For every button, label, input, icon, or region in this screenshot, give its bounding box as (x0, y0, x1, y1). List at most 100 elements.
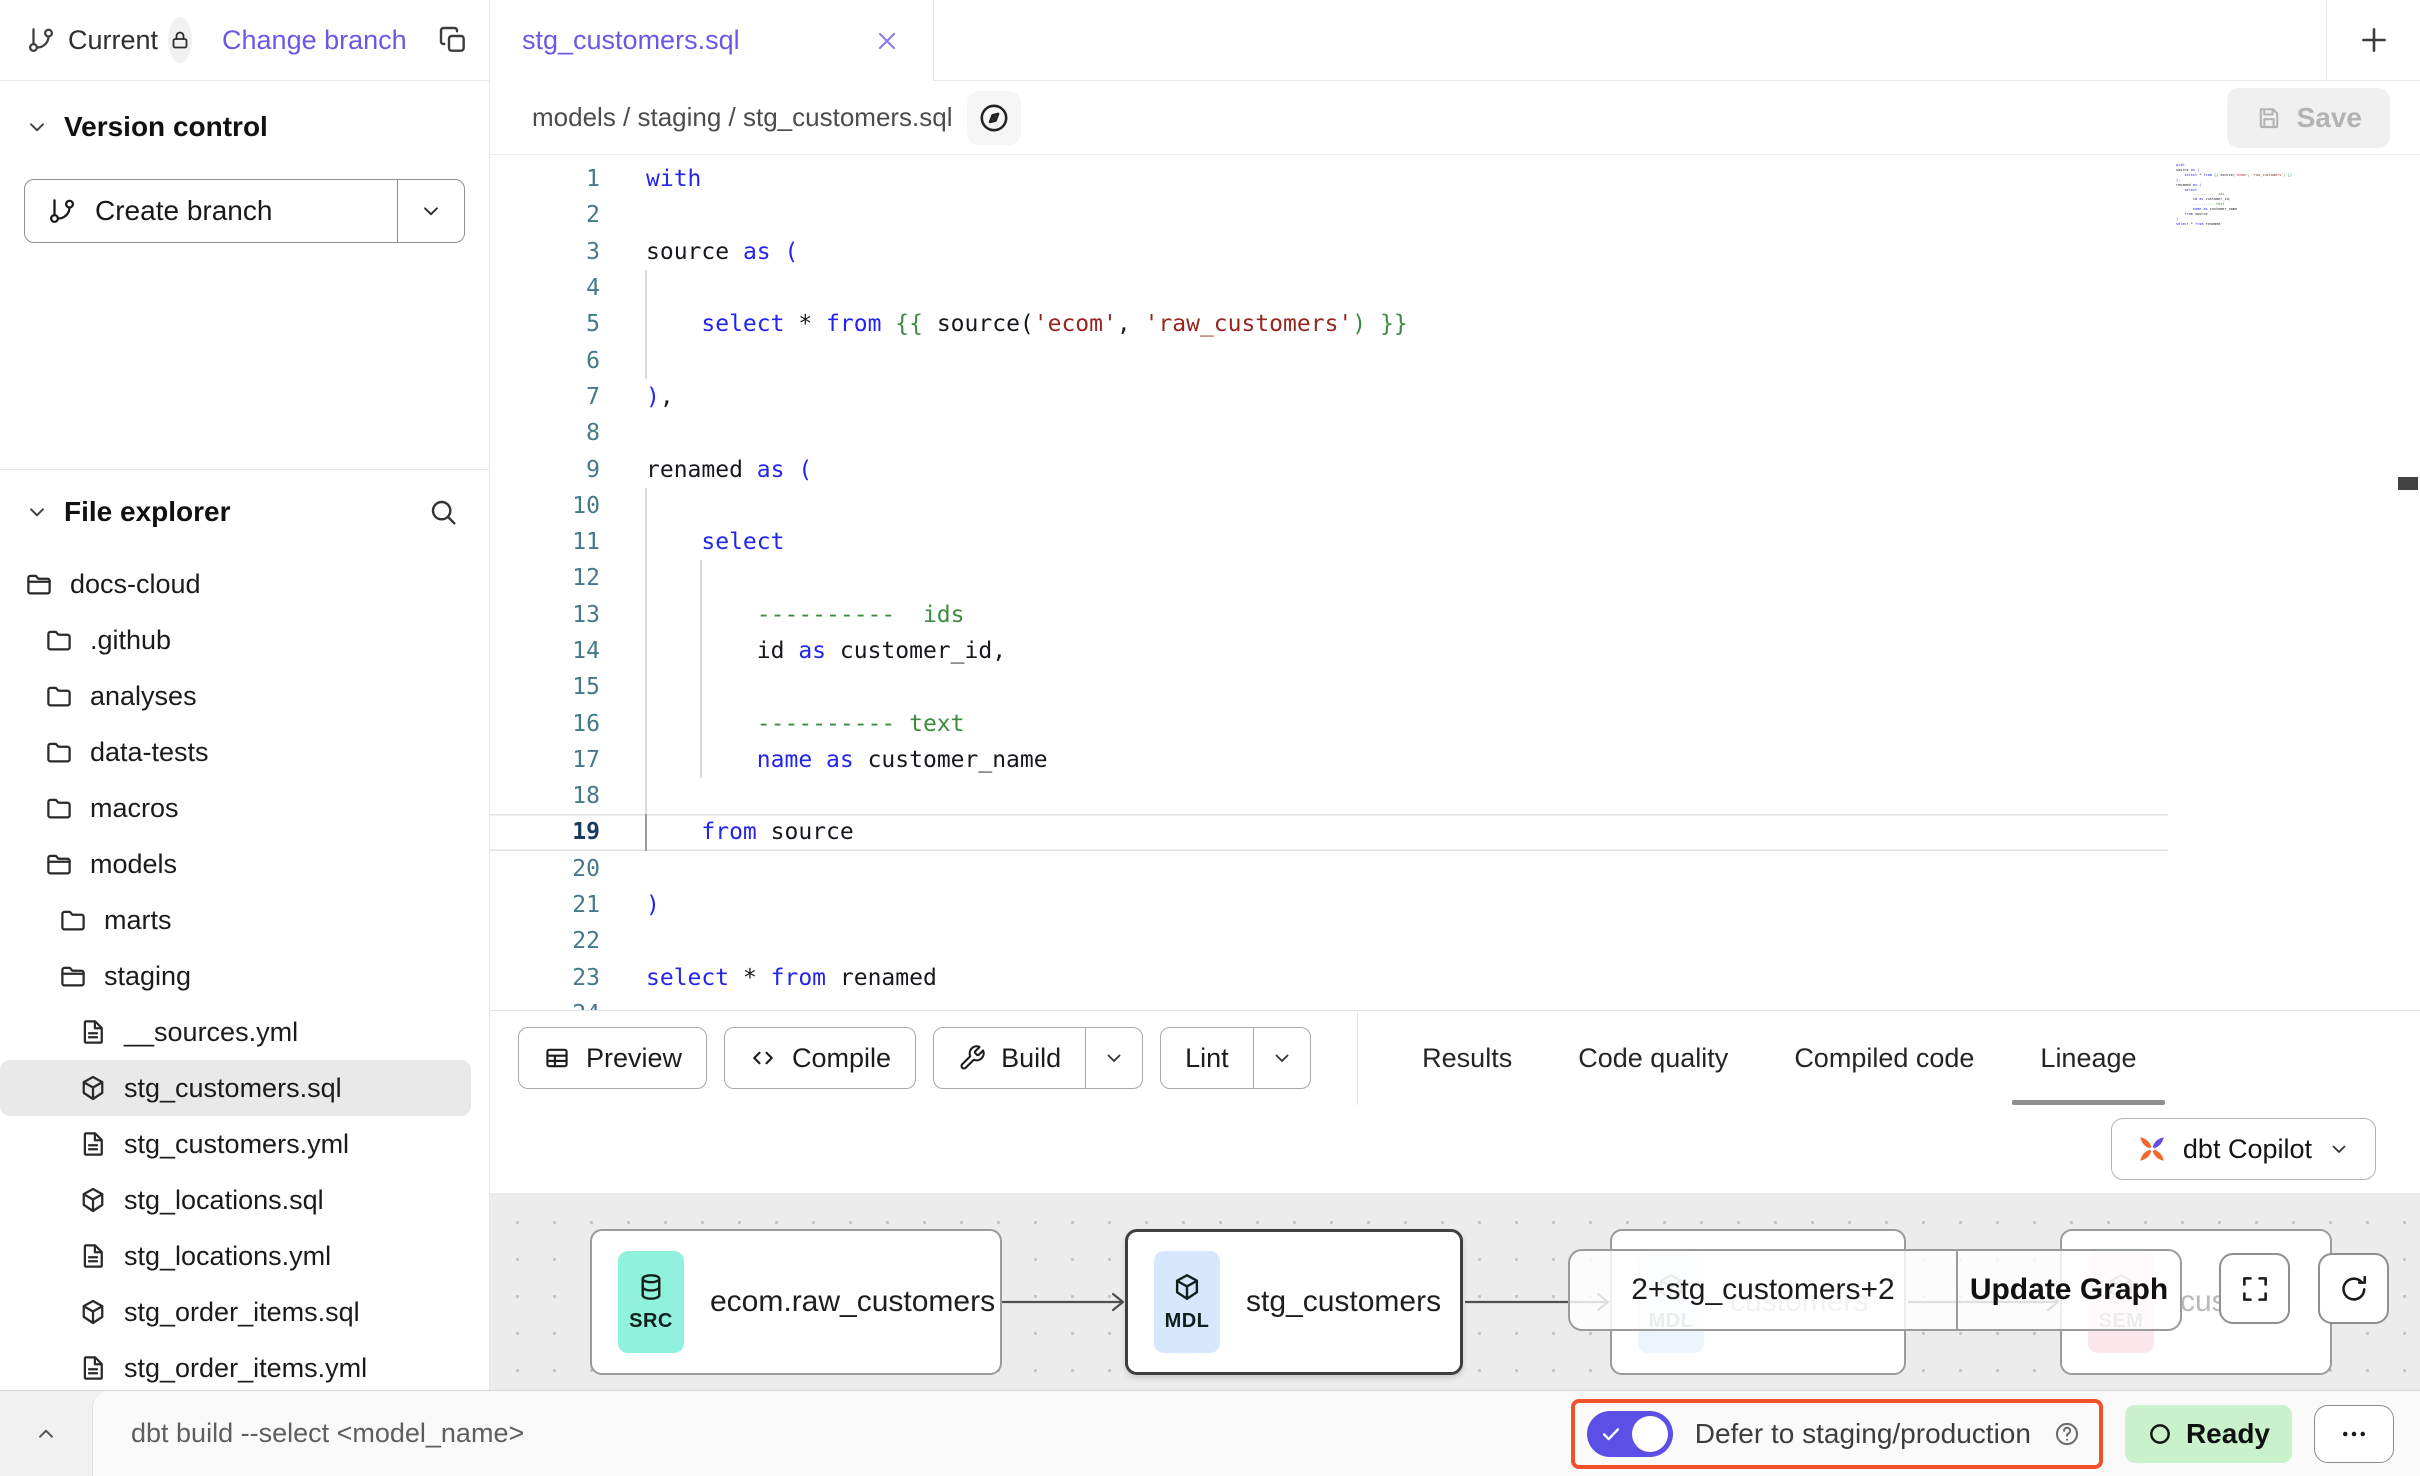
code-line-21: 21) (490, 887, 2168, 923)
line-number: 21 (490, 892, 600, 918)
tree-item-label: marts (104, 905, 172, 936)
check-icon (1600, 1423, 1622, 1445)
status-bar-right: Defer to staging/production Ready (1549, 1391, 2420, 1476)
result-tab-results[interactable]: Results (1422, 1011, 1512, 1105)
line-number: 12 (490, 565, 600, 591)
lineage-selector-input[interactable]: 2+stg_customers+2 (1570, 1251, 1958, 1329)
line-number: 14 (490, 638, 600, 664)
tree-item-stg-order-items-yml[interactable]: stg_order_items.yml (0, 1340, 489, 1390)
defer-toggle[interactable] (1587, 1411, 1673, 1457)
code-line-19: 19 from source (490, 814, 2168, 850)
indent-guide (645, 560, 647, 596)
collapse-panel-button[interactable] (0, 1391, 92, 1476)
result-tab-code-quality[interactable]: Code quality (1578, 1011, 1728, 1105)
editor-scrollbar-marker[interactable] (2398, 477, 2418, 490)
file-explorer-header[interactable]: File explorer (0, 496, 489, 528)
file-icon (78, 1017, 108, 1047)
result-tab-lineage[interactable]: Lineage (2040, 1011, 2136, 1105)
tree-item-stg-locations-sql[interactable]: stg_locations.sql (0, 1172, 489, 1228)
code-line-12: 12 (490, 560, 2168, 596)
lineage-node-stg-customers[interactable]: MDLstg_customers (1125, 1229, 1463, 1375)
code-line-11: 11 select (490, 524, 2168, 560)
model-cube-icon (78, 1073, 108, 1103)
version-control-header[interactable]: Version control (24, 111, 465, 143)
build-button-label: Build (1001, 1043, 1061, 1074)
ellipsis-icon (2339, 1419, 2369, 1449)
code-line-17: 17 name as customer_name (490, 742, 2168, 778)
tree-item--github[interactable]: .github (0, 612, 489, 668)
git-branch-icon (26, 25, 56, 55)
tree-item-stg-customers-yml[interactable]: stg_customers.yml (0, 1116, 489, 1172)
command-input[interactable]: dbt build --select <model_name> (92, 1391, 1549, 1476)
create-branch-button[interactable]: Create branch (25, 180, 398, 242)
code-line-7: 7), (490, 379, 2168, 415)
node-type-badge: SRC (618, 1251, 684, 1353)
close-icon[interactable] (873, 27, 901, 55)
file-icon (78, 1129, 108, 1159)
code-line-20: 20 (490, 851, 2168, 887)
indent-guide (700, 560, 702, 596)
code-line-18: 18 (490, 778, 2168, 814)
indent-guide (645, 342, 647, 378)
line-number: 13 (490, 602, 600, 628)
tree-item-label: stg_locations.sql (124, 1185, 324, 1216)
lineage-canvas[interactable]: SRCecom.raw_customersMDLstg_customersMDL… (490, 1193, 2420, 1390)
more-options-button[interactable] (2314, 1405, 2394, 1463)
copilot-row: dbt Copilot (490, 1105, 2420, 1193)
create-branch-label: Create branch (95, 195, 272, 227)
copy-icon[interactable] (437, 24, 469, 56)
fullscreen-button[interactable] (2219, 1253, 2290, 1324)
model-cube-icon (78, 1185, 108, 1215)
compile-button[interactable]: Compile (724, 1027, 916, 1089)
code-line-2: 2 (490, 197, 2168, 233)
save-button[interactable]: Save (2227, 88, 2390, 148)
code-text: with (600, 166, 701, 192)
tree-item-macros[interactable]: macros (0, 780, 489, 836)
change-branch-link[interactable]: Change branch (222, 25, 407, 56)
create-branch-caret-button[interactable] (398, 180, 464, 242)
tree-item-stg-locations-yml[interactable]: stg_locations.yml (0, 1228, 489, 1284)
build-button[interactable]: Build (933, 1027, 1143, 1089)
tree-item-marts[interactable]: marts (0, 892, 489, 948)
editor-minimap[interactable]: withsource as ( select * from {{ source(… (2176, 163, 2392, 227)
tree-item-data-tests[interactable]: data-tests (0, 724, 489, 780)
new-tab-button[interactable] (2326, 0, 2420, 81)
tree-item-stg-order-items-sql[interactable]: stg_order_items.sql (0, 1284, 489, 1340)
search-icon[interactable] (427, 496, 459, 528)
tree-item-staging[interactable]: staging (0, 948, 489, 1004)
tree-item-analyses[interactable]: analyses (0, 668, 489, 724)
tree-item-label: staging (104, 961, 191, 992)
lint-button[interactable]: Lint (1160, 1027, 1311, 1089)
result-tab-compiled-code[interactable]: Compiled code (1794, 1011, 1974, 1105)
update-graph-button[interactable]: Update Graph (1958, 1251, 2180, 1329)
preview-button-main[interactable]: Preview (519, 1028, 706, 1088)
code-editor[interactable]: 1with23source as (45 select * from {{ so… (490, 155, 2420, 1010)
tree-item-models[interactable]: models (0, 836, 489, 892)
fullscreen-icon (2238, 1272, 2272, 1306)
build-button-caret[interactable] (1086, 1028, 1142, 1088)
tab-stg-customers-sql[interactable]: stg_customers.sql (490, 0, 934, 81)
toggle-knob (1632, 1416, 1668, 1452)
folder-icon (58, 905, 88, 935)
code-line-9: 9renamed as ( (490, 451, 2168, 487)
line-number: 24 (490, 1001, 600, 1010)
indent-guide (645, 524, 647, 560)
tree-item-docs-cloud[interactable]: docs-cloud (0, 556, 489, 612)
preview-button[interactable]: Preview (518, 1027, 707, 1089)
copilot-compass-button[interactable] (967, 91, 1021, 145)
lineage-node-ecom-raw-customers[interactable]: SRCecom.raw_customers (590, 1229, 1002, 1375)
tree-item--sources-yml[interactable]: __sources.yml (0, 1004, 489, 1060)
dbt-copilot-button[interactable]: dbt Copilot (2111, 1118, 2376, 1180)
floppy-disk-icon (2255, 104, 2283, 132)
chevron-down-icon (418, 198, 444, 224)
compile-button-main[interactable]: Compile (725, 1028, 915, 1088)
refresh-graph-button[interactable] (2318, 1253, 2389, 1324)
lint-button-caret[interactable] (1254, 1028, 1310, 1088)
tree-item-stg-customers-sql[interactable]: stg_customers.sql (0, 1060, 471, 1116)
save-button-label: Save (2297, 102, 2362, 134)
lint-button-main[interactable]: Lint (1161, 1028, 1254, 1088)
build-button-main[interactable]: Build (934, 1028, 1086, 1088)
defer-toggle-highlight-annotation: Defer to staging/production (1571, 1399, 2103, 1469)
model-cube-icon (78, 1297, 108, 1327)
help-icon[interactable] (2053, 1420, 2081, 1448)
